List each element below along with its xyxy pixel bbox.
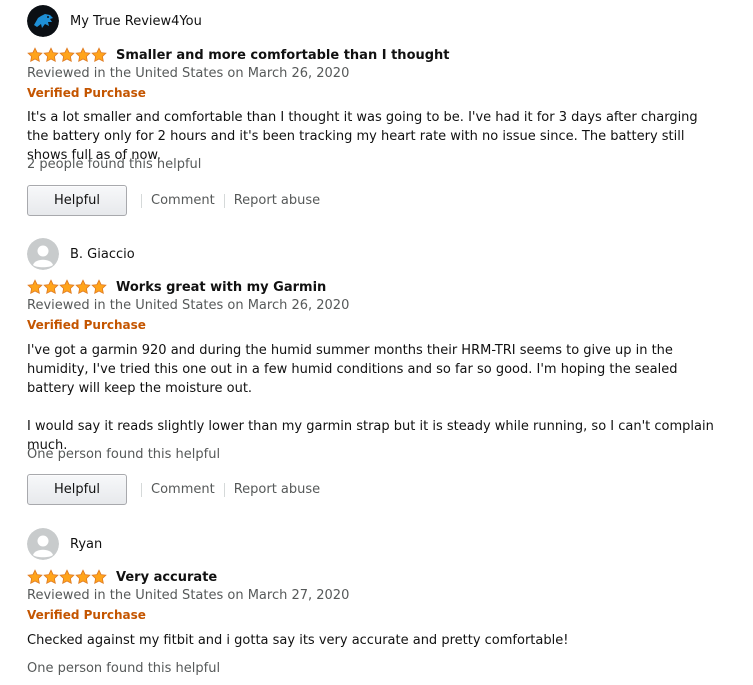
star-icon <box>91 279 107 295</box>
divider <box>141 193 142 208</box>
divider <box>223 482 225 497</box>
comment-link[interactable]: Comment <box>151 193 215 208</box>
review-date: Reviewed in the United States on March 2… <box>27 298 350 313</box>
review-body: I've got a garmin 920 and during the hum… <box>27 341 717 455</box>
report-abuse-link[interactable]: Report abuse <box>234 193 320 208</box>
divider <box>223 193 225 208</box>
star-icon <box>91 569 107 585</box>
helpful-button[interactable]: Helpful <box>27 185 127 216</box>
star-icon <box>27 569 43 585</box>
star-icon <box>59 569 75 585</box>
default-user-avatar <box>27 238 59 270</box>
star-icon <box>27 279 43 295</box>
star-icon <box>43 569 59 585</box>
report-abuse-link[interactable]: Report abuse <box>234 482 320 497</box>
review-title-row: Smaller and more comfortable than I thou… <box>27 45 450 65</box>
star-icon <box>75 569 91 585</box>
verified-purchase-badge: Verified Purchase <box>27 608 146 622</box>
star-icon <box>27 47 43 63</box>
helpful-count: One person found this helpful <box>27 661 221 676</box>
star-rating[interactable] <box>27 279 107 295</box>
star-icon <box>43 47 59 63</box>
review-title[interactable]: Very accurate <box>116 570 217 585</box>
reviewer-name[interactable]: B. Giaccio <box>70 247 135 262</box>
star-icon <box>43 279 59 295</box>
helpful-button[interactable]: Helpful <box>27 474 127 505</box>
review-card: My True Review4You Smaller and more comf… <box>27 5 727 220</box>
star-icon <box>75 279 91 295</box>
review-date: Reviewed in the United States on March 2… <box>27 588 350 603</box>
star-icon <box>91 47 107 63</box>
review-title[interactable]: Works great with my Garmin <box>116 280 326 295</box>
default-user-avatar <box>27 528 59 560</box>
lions-logo-avatar <box>27 5 59 37</box>
review-card: B. Giaccio Works great with my Garmin Re… <box>27 238 727 508</box>
verified-purchase-badge: Verified Purchase <box>27 318 146 332</box>
helpful-count: 2 people found this helpful <box>27 157 202 172</box>
review-title-row: Works great with my Garmin <box>27 277 326 297</box>
review-body-paragraph: I've got a garmin 920 and during the hum… <box>27 343 678 396</box>
reviewer-profile[interactable]: My True Review4You <box>27 5 202 37</box>
star-icon <box>59 279 75 295</box>
star-rating[interactable] <box>27 47 107 63</box>
reviewer-profile[interactable]: B. Giaccio <box>27 238 135 270</box>
reviewer-profile[interactable]: Ryan <box>27 528 102 560</box>
star-icon <box>59 47 75 63</box>
review-body: Checked against my fitbit and i gotta sa… <box>27 631 717 650</box>
review-title[interactable]: Smaller and more comfortable than I thou… <box>116 48 450 63</box>
review-actions: Helpful Comment Report abuse <box>27 474 320 505</box>
reviewer-name[interactable]: My True Review4You <box>70 14 202 29</box>
star-rating[interactable] <box>27 569 107 585</box>
verified-purchase-badge: Verified Purchase <box>27 86 146 100</box>
star-icon <box>75 47 91 63</box>
review-body-paragraph: Checked against my fitbit and i gotta sa… <box>27 633 569 648</box>
review-title-row: Very accurate <box>27 567 217 587</box>
review-card: Ryan Very accurate Reviewed in the Unite… <box>27 528 727 685</box>
divider <box>141 482 142 497</box>
review-actions: Helpful Comment Report abuse <box>27 185 320 216</box>
comment-link[interactable]: Comment <box>151 482 215 497</box>
helpful-count: One person found this helpful <box>27 447 221 462</box>
reviewer-name[interactable]: Ryan <box>70 537 102 552</box>
review-date: Reviewed in the United States on March 2… <box>27 66 350 81</box>
